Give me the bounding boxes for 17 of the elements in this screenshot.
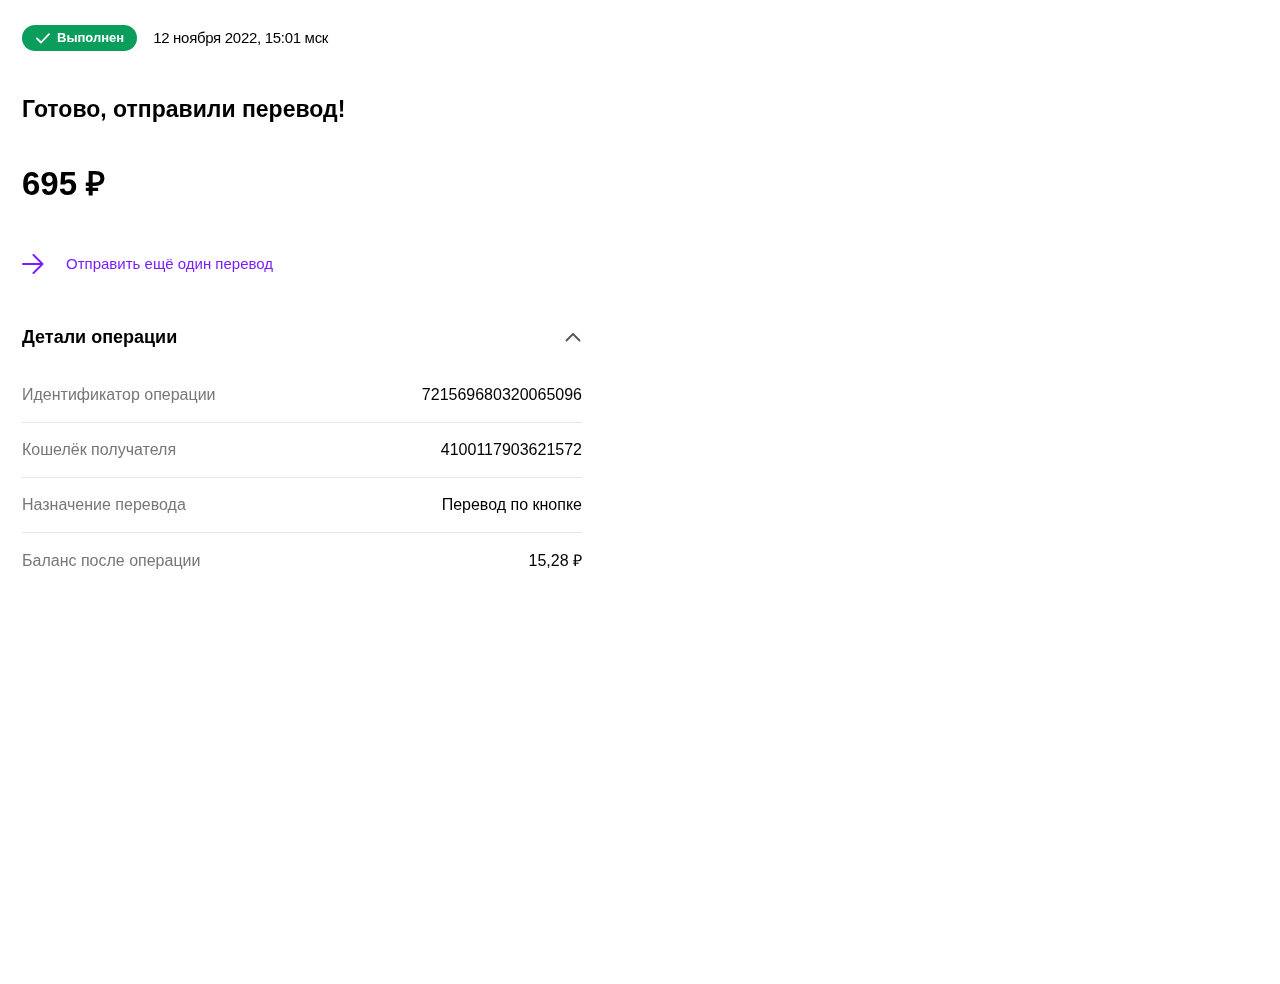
detail-value: 4100117903621572 [440, 440, 582, 460]
status-badge: Выполнен [22, 25, 138, 51]
detail-label: Идентификатор операции [22, 385, 216, 405]
detail-value: 15,28 ₽ [528, 550, 582, 571]
detail-label: Баланс после операции [22, 550, 201, 571]
detail-label: Назначение перевода [22, 495, 186, 515]
details-title: Детали операции [22, 326, 178, 349]
arrow-right-icon[interactable] [22, 254, 44, 274]
detail-value: 721569680320065096 [421, 385, 582, 405]
date-text: 12 ноября 2022, 15:01 мск [153, 27, 329, 48]
check-icon [36, 32, 50, 44]
send-again-link[interactable]: Отправить ещё один перевод [66, 252, 274, 276]
amount-text: 695 ₽ [22, 164, 107, 204]
page-title: Готово, отправили перевод! [22, 95, 347, 124]
chevron-up-icon[interactable] [565, 332, 581, 342]
detail-value: Перевод по кнопке [441, 495, 582, 515]
detail-label: Кошелёк получателя [22, 440, 177, 460]
